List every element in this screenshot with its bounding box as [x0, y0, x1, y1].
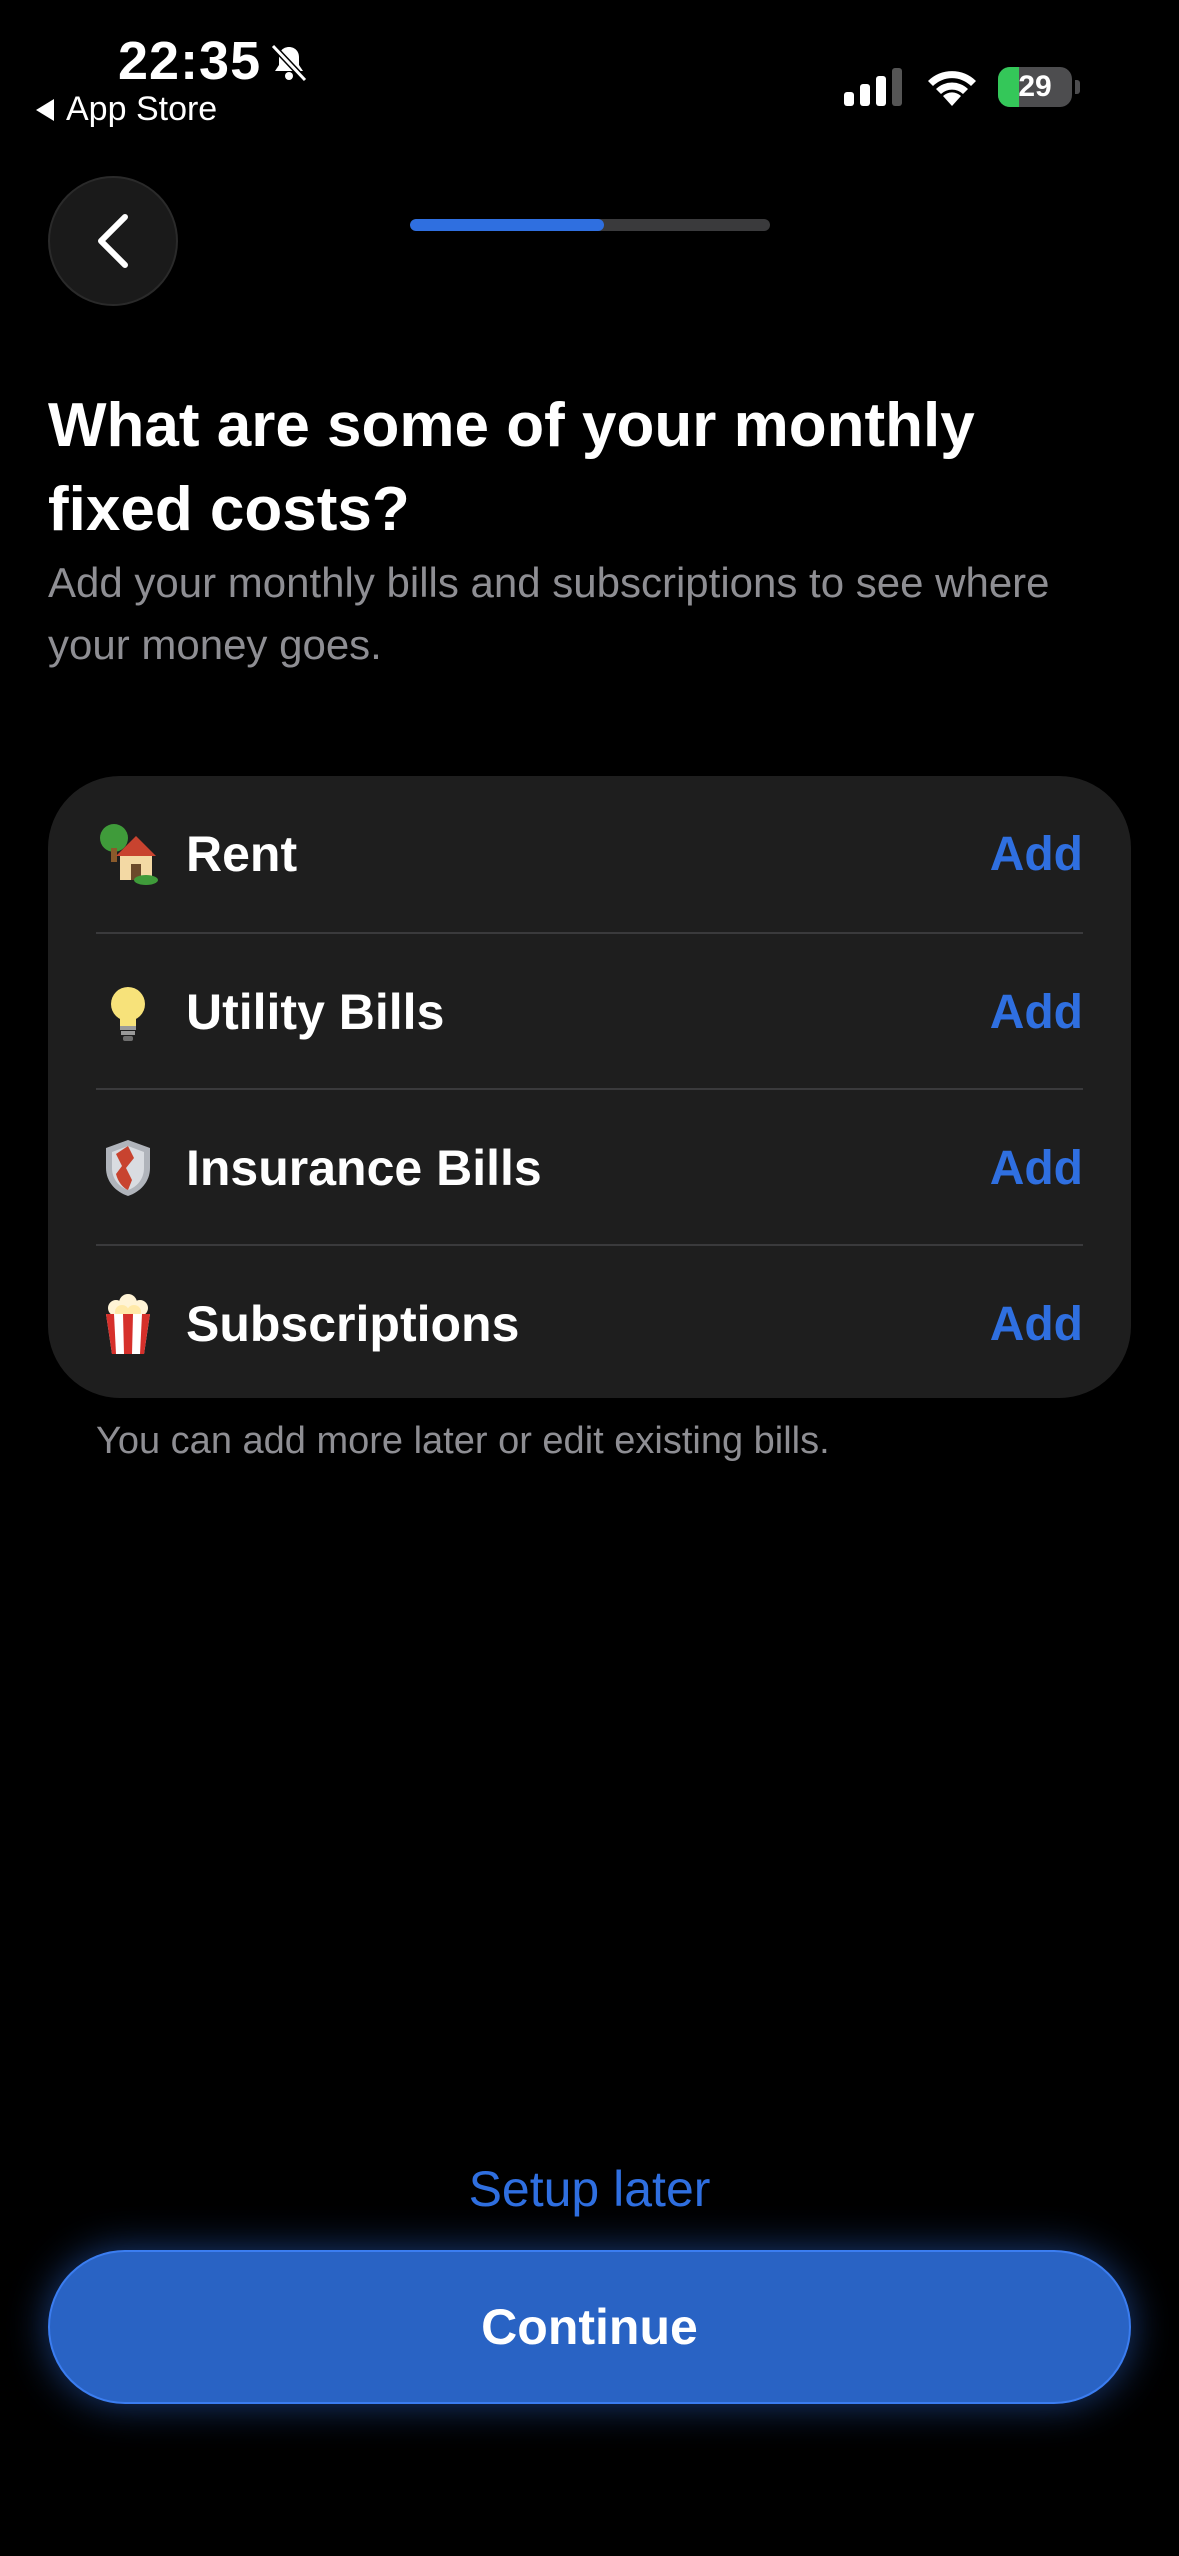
back-button[interactable] [48, 176, 178, 306]
bill-label: Subscriptions [186, 1296, 520, 1352]
house-with-garden-icon [96, 822, 160, 886]
bill-label: Utility Bills [186, 984, 445, 1040]
back-to-app-store[interactable]: App Store [36, 90, 217, 129]
hint-text: You can add more later or edit existing … [96, 1420, 830, 1462]
battery-level: 29 [1018, 70, 1052, 103]
onboarding-progress [410, 219, 770, 231]
battery-icon: 29 [998, 67, 1080, 107]
shield-icon [96, 1136, 160, 1200]
wifi-icon [928, 71, 976, 106]
back-app-label: App Store [66, 90, 218, 128]
light-bulb-icon [96, 980, 160, 1044]
bill-row-utility[interactable]: Utility Bills Add [96, 934, 1083, 1090]
add-rent-button[interactable]: Add [990, 827, 1083, 882]
signal-bar [844, 92, 854, 106]
add-subscriptions-button[interactable]: Add [990, 1297, 1083, 1352]
add-insurance-bills-button[interactable]: Add [990, 1141, 1083, 1196]
popcorn-icon [96, 1292, 160, 1356]
back-triangle-icon [36, 98, 54, 121]
status-time: 22:35 [118, 31, 262, 91]
page-title: What are some of your monthly fixed cost… [48, 391, 975, 544]
page-subtitle: Add your monthly bills and subscriptions… [48, 559, 1050, 668]
bill-label: Insurance Bills [186, 1140, 542, 1196]
bill-row-insurance[interactable]: Insurance Bills Add [96, 1090, 1083, 1246]
signal-bar [876, 76, 886, 106]
bill-row-rent[interactable]: Rent Add [96, 776, 1083, 932]
fixed-costs-card: Rent Add Utility Bills Add Insurance Bil… [48, 776, 1131, 1398]
add-utility-bills-button[interactable]: Add [990, 985, 1083, 1040]
bill-label: Rent [186, 826, 298, 882]
bill-row-subscriptions[interactable]: Subscriptions Add [96, 1246, 1083, 1402]
signal-bar [860, 84, 870, 106]
silent-bell-icon [270, 43, 308, 83]
cellular-signal-icon [844, 66, 902, 106]
progress-fill [410, 219, 605, 231]
chevron-left-icon [98, 214, 128, 268]
signal-bar [892, 68, 902, 106]
continue-button[interactable]: Continue [48, 2250, 1131, 2404]
setup-later-link[interactable]: Setup later [0, 2160, 1179, 2218]
